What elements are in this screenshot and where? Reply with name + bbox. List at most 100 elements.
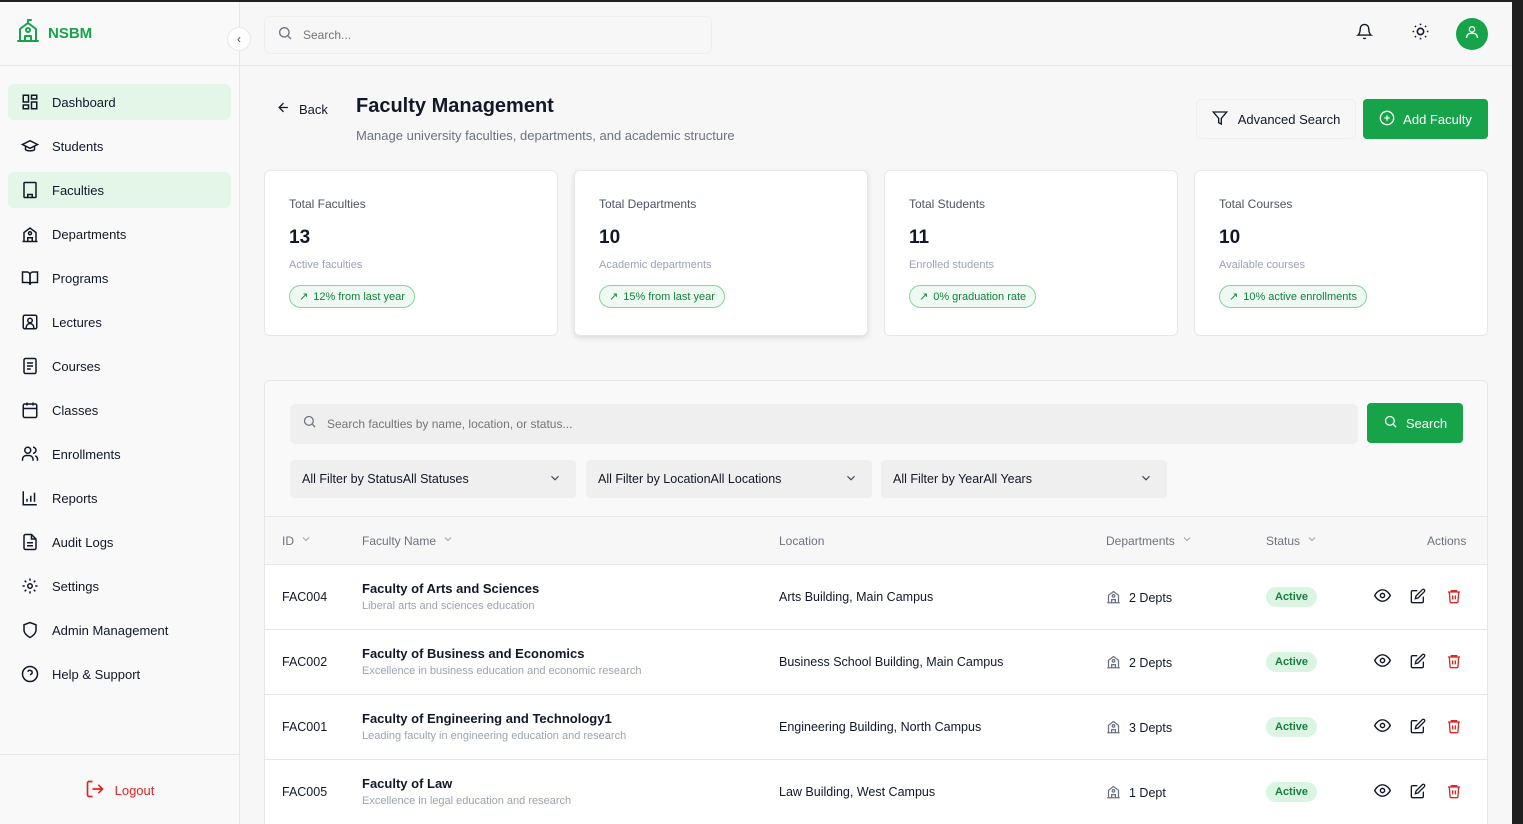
users-icon bbox=[20, 444, 40, 464]
logout-button[interactable]: Logout bbox=[0, 754, 239, 824]
sidebar-item-help-support[interactable]: Help & Support bbox=[8, 656, 231, 692]
sidebar-item-departments[interactable]: Departments bbox=[8, 216, 231, 252]
status-badge: Active bbox=[1266, 652, 1318, 672]
global-search[interactable] bbox=[264, 16, 712, 54]
column-label: Actions bbox=[1427, 533, 1467, 548]
sidebar-item-classes[interactable]: Classes bbox=[8, 392, 231, 428]
sidebar-item-label: Programs bbox=[52, 270, 109, 286]
brand[interactable]: NSBM bbox=[0, 2, 239, 66]
sidebar-item-label: Students bbox=[52, 138, 104, 154]
faculty-description: Leading faculty in engineering education… bbox=[362, 730, 627, 742]
column-header-status[interactable]: Status bbox=[1266, 533, 1318, 548]
view-button[interactable] bbox=[1373, 588, 1391, 606]
chevron-down-icon bbox=[1181, 533, 1193, 548]
select-value: All Filter by YearAll Years bbox=[893, 472, 1032, 486]
table-row[interactable]: FAC002 Faculty of Business and Economics… bbox=[265, 630, 1487, 695]
user-avatar-button[interactable] bbox=[1456, 18, 1488, 50]
faculty-name: Faculty of Business and Economics bbox=[362, 646, 585, 661]
sidebar-item-admin-management[interactable]: Admin Management bbox=[8, 612, 231, 648]
trash-icon bbox=[1446, 653, 1462, 672]
cell-id: FAC004 bbox=[282, 590, 328, 604]
add-faculty-label: Add Faculty bbox=[1403, 111, 1472, 127]
school-icon bbox=[20, 224, 40, 244]
trash-icon bbox=[1446, 588, 1462, 607]
stat-badge-text: 12% from last year bbox=[313, 290, 405, 303]
column-header-name[interactable]: Faculty Name bbox=[362, 533, 454, 548]
select-value: All Filter by StatusAll Statuses bbox=[302, 472, 469, 486]
faculty-name: Faculty of Law bbox=[362, 776, 453, 791]
location-filter-select[interactable]: All Filter by LocationAll Locations bbox=[586, 460, 872, 498]
notifications-button[interactable] bbox=[1352, 22, 1376, 46]
sidebar-item-dashboard[interactable]: Dashboard bbox=[8, 84, 231, 120]
cell-departments: 2 Depts bbox=[1106, 654, 1172, 672]
sidebar-item-courses[interactable]: Courses bbox=[8, 348, 231, 384]
cell-id: FAC001 bbox=[282, 720, 328, 734]
edit-button[interactable] bbox=[1409, 653, 1427, 671]
add-faculty-button[interactable]: Add Faculty bbox=[1363, 99, 1488, 139]
table-header: ID Faculty Name Location Departments Sta… bbox=[265, 517, 1487, 565]
stat-value: 10 bbox=[599, 227, 621, 248]
school-logo-icon bbox=[16, 19, 40, 48]
table-row[interactable]: FAC004 Faculty of Arts and Sciences Libe… bbox=[265, 565, 1487, 630]
delete-button[interactable] bbox=[1445, 653, 1463, 671]
edit-icon bbox=[1410, 718, 1426, 737]
search-button[interactable]: Search bbox=[1367, 403, 1463, 443]
faculty-name: Faculty of Arts and Sciences bbox=[362, 581, 540, 596]
stat-card-courses: Total Courses 10 Available courses ↗ 10% … bbox=[1194, 170, 1488, 336]
sidebar: NSBM Dashboard Students Faculties Depart… bbox=[0, 2, 240, 824]
stat-label: Total Faculties bbox=[289, 197, 366, 211]
eye-icon bbox=[1373, 652, 1391, 672]
edit-button[interactable] bbox=[1409, 783, 1427, 801]
back-button[interactable]: Back bbox=[276, 100, 328, 118]
column-header-departments[interactable]: Departments bbox=[1106, 533, 1193, 548]
view-button[interactable] bbox=[1373, 783, 1391, 801]
cell-faculty: Faculty of Arts and Sciences Liberal art… bbox=[362, 581, 539, 612]
stat-value: 13 bbox=[289, 227, 311, 248]
column-label: ID bbox=[282, 533, 294, 548]
plus-circle-icon bbox=[1379, 110, 1395, 129]
sidebar-item-settings[interactable]: Settings bbox=[8, 568, 231, 604]
chevron-down-icon bbox=[442, 533, 454, 548]
sidebar-item-enrollments[interactable]: Enrollments bbox=[8, 436, 231, 472]
column-header-id[interactable]: ID bbox=[282, 533, 312, 548]
status-filter-select[interactable]: All Filter by StatusAll Statuses bbox=[290, 460, 576, 498]
column-label: Status bbox=[1266, 533, 1301, 548]
sidebar-item-audit-logs[interactable]: Audit Logs bbox=[8, 524, 231, 560]
logout-icon bbox=[85, 779, 105, 802]
cell-departments: 1 Dept bbox=[1106, 784, 1166, 802]
theme-toggle-button[interactable] bbox=[1408, 22, 1432, 46]
table-row[interactable]: FAC005 Faculty of Law Excellence in lega… bbox=[265, 760, 1487, 824]
sidebar-item-programs[interactable]: Programs bbox=[8, 260, 231, 296]
delete-button[interactable] bbox=[1445, 718, 1463, 736]
trend-up-icon: ↗ bbox=[609, 291, 619, 303]
logout-label: Logout bbox=[114, 783, 155, 798]
delete-button[interactable] bbox=[1445, 783, 1463, 801]
sidebar-item-students[interactable]: Students bbox=[8, 128, 231, 164]
arrow-left-icon bbox=[276, 100, 291, 118]
stat-badge-text: 0% graduation rate bbox=[933, 290, 1027, 303]
graduation-cap-icon bbox=[20, 136, 40, 156]
edit-icon bbox=[1410, 588, 1426, 607]
advanced-search-button[interactable]: Advanced Search bbox=[1196, 99, 1356, 139]
window-edge bbox=[1512, 0, 1523, 824]
faculty-search-input[interactable] bbox=[327, 417, 1327, 431]
gear-icon bbox=[20, 576, 40, 596]
edit-button[interactable] bbox=[1409, 718, 1427, 736]
table-row[interactable]: FAC001 Faculty of Engineering and Techno… bbox=[265, 695, 1487, 760]
stat-card-students: Total Students 11 Enrolled students ↗ 0% … bbox=[884, 170, 1178, 336]
sidebar-item-reports[interactable]: Reports bbox=[8, 480, 231, 516]
topbar bbox=[240, 2, 1512, 66]
search-icon bbox=[302, 414, 317, 434]
edit-button[interactable] bbox=[1409, 588, 1427, 606]
sidebar-item-faculties[interactable]: Faculties bbox=[8, 172, 231, 208]
collapse-sidebar-button[interactable]: ‹ bbox=[227, 27, 251, 51]
delete-button[interactable] bbox=[1445, 588, 1463, 606]
sidebar-item-lectures[interactable]: Lectures bbox=[8, 304, 231, 340]
faculty-search[interactable] bbox=[290, 404, 1358, 444]
view-button[interactable] bbox=[1373, 718, 1391, 736]
stat-label: Total Courses bbox=[1219, 197, 1293, 211]
view-button[interactable] bbox=[1373, 653, 1391, 671]
global-search-input[interactable] bbox=[303, 28, 683, 42]
year-filter-select[interactable]: All Filter by YearAll Years bbox=[881, 460, 1167, 498]
book-open-icon bbox=[20, 268, 40, 288]
